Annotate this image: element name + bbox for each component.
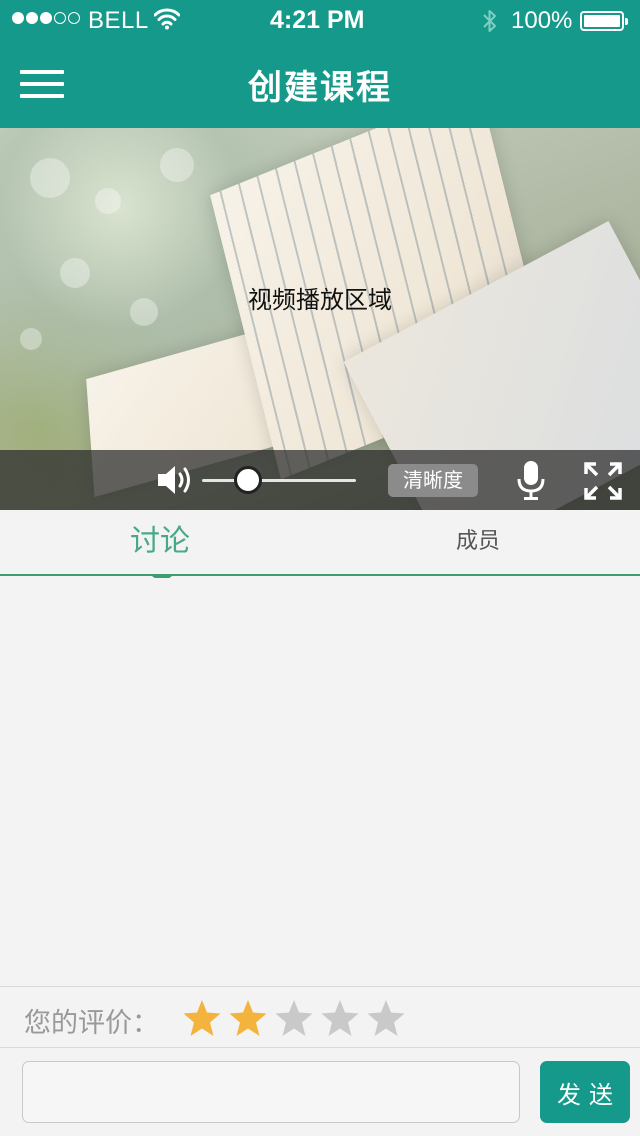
status-time: 4:21 PM bbox=[270, 6, 365, 34]
volume-slider-track[interactable] bbox=[202, 479, 356, 482]
battery-icon bbox=[580, 11, 628, 31]
tab-members[interactable]: 成员 bbox=[318, 510, 638, 574]
comment-input[interactable] bbox=[22, 1061, 520, 1123]
star-empty-icon[interactable] bbox=[366, 998, 406, 1038]
tab-bar: 讨论 成员 bbox=[0, 510, 640, 583]
wifi-icon bbox=[153, 8, 181, 37]
nav-bar: 创建课程 bbox=[0, 40, 640, 128]
volume-slider-handle[interactable] bbox=[234, 466, 263, 494]
bluetooth-icon bbox=[481, 8, 499, 41]
signal-dot bbox=[26, 12, 38, 24]
quality-button[interactable]: 清晰度 bbox=[388, 464, 478, 497]
carrier-name: BELL bbox=[88, 7, 149, 34]
signal-strength-icon bbox=[12, 12, 80, 24]
video-placeholder-label: 视频播放区域 bbox=[248, 286, 392, 314]
microphone-icon[interactable] bbox=[516, 460, 546, 506]
star-filled-icon[interactable] bbox=[182, 998, 222, 1038]
battery-percentage: 100% bbox=[511, 7, 573, 34]
discussion-list bbox=[0, 578, 640, 986]
send-button[interactable]: 发送 bbox=[540, 1061, 630, 1123]
signal-dot bbox=[40, 12, 52, 24]
video-controls-bar: 清晰度 bbox=[0, 450, 640, 510]
app-header: BELL 4:21 PM 100% 创建课程 bbox=[0, 0, 640, 128]
signal-dot bbox=[54, 12, 66, 24]
signal-dot bbox=[68, 12, 80, 24]
signal-dot bbox=[12, 12, 24, 24]
star-filled-icon[interactable] bbox=[228, 998, 268, 1038]
tab-discussion[interactable]: 讨论 bbox=[0, 510, 320, 574]
rating-row: 您的评价： bbox=[0, 986, 640, 1048]
star-rating[interactable] bbox=[182, 998, 406, 1038]
battery-fill bbox=[584, 15, 620, 27]
star-empty-icon[interactable] bbox=[320, 998, 360, 1038]
background-bokeh bbox=[30, 158, 70, 198]
comment-bar: 发送 bbox=[0, 1048, 640, 1136]
speaker-icon[interactable] bbox=[156, 462, 194, 502]
background-bokeh bbox=[160, 148, 194, 182]
fullscreen-icon[interactable] bbox=[584, 462, 622, 504]
page-title: 创建课程 bbox=[248, 68, 392, 108]
rating-label: 您的评价： bbox=[24, 1008, 159, 1039]
background-bokeh bbox=[95, 188, 121, 214]
video-player[interactable]: 视频播放区域 清晰度 bbox=[0, 128, 640, 510]
status-bar: BELL 4:21 PM 100% bbox=[0, 0, 640, 40]
star-empty-icon[interactable] bbox=[274, 998, 314, 1038]
background-bokeh bbox=[20, 328, 42, 350]
